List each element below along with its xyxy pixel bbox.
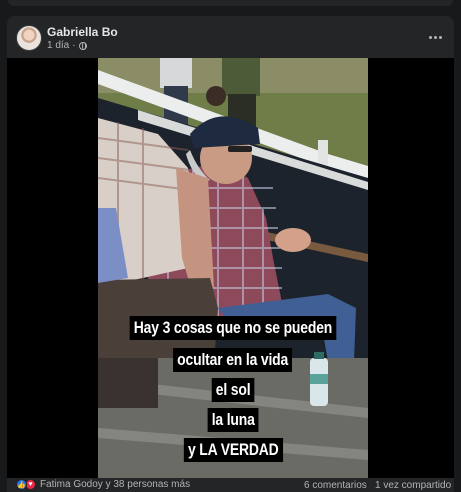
separator-dot: · [72, 40, 76, 51]
background-child [206, 86, 226, 106]
background-person [160, 58, 192, 88]
more-dot-icon [428, 35, 432, 39]
caption-text: y LA VERDAD [183, 438, 283, 462]
caption-text: la luna [207, 408, 259, 432]
sunglasses [228, 146, 252, 152]
caption-line-3: el sol [98, 378, 368, 402]
previous-post-bar [8, 0, 453, 6]
avatar[interactable] [16, 25, 42, 51]
post-header: Gabriella Bo 1 día · [7, 16, 454, 58]
post-time[interactable]: 1 día [47, 40, 69, 51]
caption-line-4: la luna [98, 408, 368, 432]
reactions-text[interactable]: Fatima Godoy y 38 personas más [40, 479, 190, 490]
caption-text: Hay 3 cosas que no se pueden [129, 316, 337, 340]
like-icon: 👍 [16, 479, 27, 490]
more-options-button[interactable] [424, 28, 446, 46]
post-footer: 👍 ♥ Fatima Godoy y 38 personas más 6 com… [7, 478, 454, 492]
caption-text: ocultar en la vida [173, 348, 293, 372]
post-card: Gabriella Bo 1 día · Hay 3 cosas que no … [7, 16, 454, 492]
post-image-area[interactable]: Hay 3 cosas que no se pueden ocultar en … [7, 58, 454, 478]
previous-post-edge [0, 0, 461, 10]
more-dot-icon [433, 35, 437, 39]
shares-count[interactable]: 1 vez compartido [375, 480, 451, 491]
post-photo[interactable]: Hay 3 cosas que no se pueden ocultar en … [98, 58, 368, 478]
caption-text: el sol [211, 378, 255, 402]
reactions-summary[interactable]: 👍 ♥ Fatima Godoy y 38 personas más [16, 479, 190, 490]
caption-line-5: y LA VERDAD [98, 438, 368, 462]
more-dot-icon [438, 35, 442, 39]
caption-line-2: ocultar en la vida [98, 348, 368, 372]
comments-count[interactable]: 6 comentarios [304, 480, 367, 491]
background-person [222, 58, 260, 96]
author-name[interactable]: Gabriella Bo [47, 25, 118, 39]
caption-line-1: Hay 3 cosas que no se pueden [98, 316, 368, 340]
globe-icon[interactable] [78, 41, 87, 50]
post-meta: 1 día · [47, 40, 87, 51]
clapping-hands [275, 228, 311, 252]
